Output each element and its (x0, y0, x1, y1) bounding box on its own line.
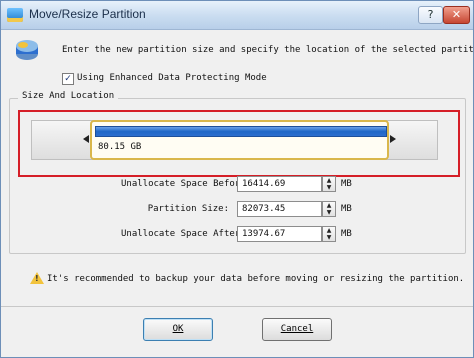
partition-app-icon (7, 8, 23, 22)
warning-message: It's recommended to backup your data bef… (47, 274, 465, 284)
right-resize-handle-icon[interactable] (390, 135, 396, 143)
chevron-up-icon[interactable]: ▲ (323, 177, 335, 184)
close-button[interactable]: ✕ (443, 6, 470, 24)
unallocated-before-label: Unallocate Space Before: (121, 179, 252, 189)
title-bar[interactable]: Move/Resize Partition ? ✕ (1, 1, 473, 30)
footer-separator (1, 306, 473, 307)
chevron-down-icon[interactable]: ▼ (323, 234, 335, 241)
unallocated-before-input[interactable]: 16414.69 (237, 176, 322, 192)
partition-disk-icon (16, 40, 38, 60)
cancel-button[interactable]: Cancel (262, 318, 332, 341)
move-resize-dialog: Move/Resize Partition ? ✕ Enter the new … (0, 0, 474, 358)
partition-size-field-label: Partition Size: (147, 204, 229, 214)
partition-size-label: 80.15 GB (98, 142, 142, 152)
enhanced-mode-label[interactable]: Using Enhanced Data Protecting Mode (77, 73, 267, 83)
partition-usage-bar (95, 126, 387, 137)
chevron-down-icon[interactable]: ▼ (323, 184, 335, 191)
chevron-up-icon[interactable]: ▲ (323, 227, 335, 234)
instruction-text: Enter the new partition size and specify… (62, 45, 474, 55)
enhanced-mode-checkbox[interactable]: ✓ (62, 73, 74, 85)
unallocated-after-stepper[interactable]: ▲ ▼ (322, 226, 336, 242)
help-button[interactable]: ? (418, 6, 443, 24)
left-resize-handle-icon[interactable] (83, 135, 89, 143)
partition-size-input[interactable]: 82073.45 (237, 201, 322, 217)
unallocated-before-unit: MB (341, 179, 352, 189)
ok-button[interactable]: OK (143, 318, 213, 341)
partition-size-unit: MB (341, 204, 352, 214)
chevron-up-icon[interactable]: ▲ (323, 202, 335, 209)
unallocated-before-stepper[interactable]: ▲ ▼ (322, 176, 336, 192)
chevron-down-icon[interactable]: ▼ (323, 209, 335, 216)
window-title: Move/Resize Partition (29, 7, 146, 21)
ok-button-label: OK (172, 324, 184, 334)
cancel-button-label: Cancel (280, 324, 314, 334)
partition-size-stepper[interactable]: ▲ ▼ (322, 201, 336, 217)
unallocated-after-unit: MB (341, 229, 352, 239)
unallocated-after-label: Unallocate Space After: (121, 229, 246, 239)
unallocated-after-input[interactable]: 13974.67 (237, 226, 322, 242)
size-location-label: Size And Location (18, 91, 119, 101)
warning-icon: ! (30, 272, 44, 284)
